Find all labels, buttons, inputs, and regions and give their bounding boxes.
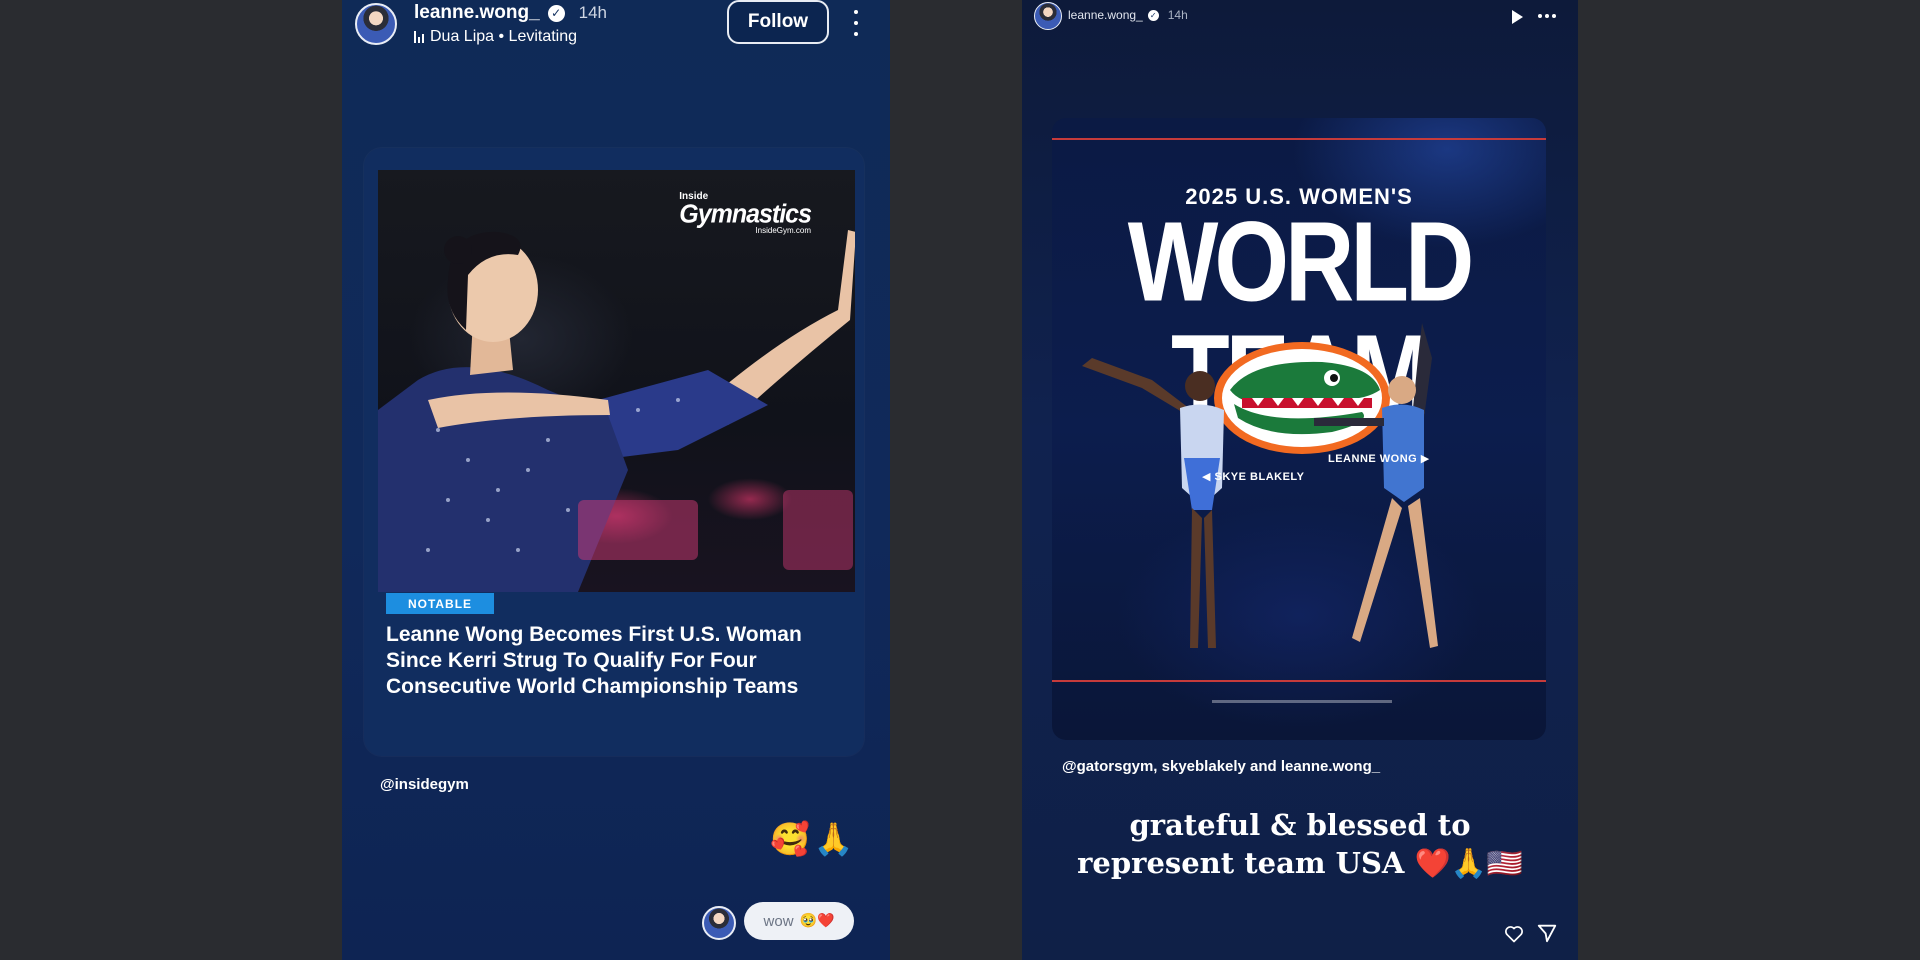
- more-icon[interactable]: [1538, 14, 1556, 18]
- label-leanne-wong: LEANNE WONG ▶: [1328, 453, 1430, 465]
- play-icon[interactable]: [1512, 10, 1523, 24]
- reply-emojis: 🥹❤️: [799, 913, 835, 929]
- story-header-user[interactable]: leanne.wong_ ✓ 14h: [414, 2, 607, 24]
- label-skye-blakely: ◀ SKYE BLAKELY: [1202, 471, 1305, 483]
- username[interactable]: leanne.wong_: [414, 2, 540, 24]
- poster-fineprint: [1212, 700, 1392, 703]
- caption-line-2: represent team USA ❤️🙏🇺🇸: [1077, 846, 1523, 880]
- verified-icon: ✓: [1147, 9, 1159, 21]
- article-photo: Inside Gymnastics InsideGym.com: [378, 170, 855, 592]
- music-info[interactable]: Dua Lipa • Levitating: [414, 28, 577, 46]
- send-icon[interactable]: [1536, 922, 1558, 944]
- reaction-emojis: 🥰🙏: [770, 820, 858, 858]
- post-time: 14h: [578, 3, 608, 22]
- story-right: leanne.wong_ ✓ 14h 2025 U.S. WOMEN'S WOR…: [1022, 0, 1578, 960]
- verified-icon: ✓: [547, 4, 565, 22]
- avatar[interactable]: [355, 3, 397, 45]
- avatar[interactable]: [1034, 2, 1062, 30]
- reply-bubble[interactable]: wow 🥹❤️: [744, 902, 854, 940]
- gymnast-illustration: [378, 230, 855, 592]
- notable-badge: NOTABLE: [386, 593, 494, 614]
- gymnasts-illustration: [1082, 323, 1438, 648]
- poster-rule-bottom: [1052, 680, 1546, 682]
- music-icon: [414, 31, 424, 43]
- story-caption: grateful & blessed to represent team USA…: [1022, 806, 1578, 882]
- music-label: Dua Lipa • Levitating: [430, 28, 578, 45]
- reply-text: wow: [763, 912, 794, 930]
- follow-button[interactable]: Follow: [727, 0, 829, 44]
- reply-avatar: [702, 906, 736, 940]
- caption-line-1: grateful & blessed to: [1129, 808, 1471, 842]
- story-header-user[interactable]: leanne.wong_ ✓ 14h: [1068, 8, 1188, 22]
- world-team-poster: 2025 U.S. WOMEN'S WORLD TEAM: [1052, 118, 1546, 740]
- mention-credit[interactable]: @insidegym: [380, 776, 469, 793]
- post-time: 14h: [1167, 8, 1188, 22]
- article-headline[interactable]: Leanne Wong Becomes First U.S. Woman Sin…: [386, 622, 836, 700]
- username[interactable]: leanne.wong_: [1068, 8, 1143, 22]
- heart-icon[interactable]: [1504, 924, 1524, 944]
- kebab-menu-icon[interactable]: [848, 10, 864, 36]
- mention-credit[interactable]: @gatorsgym, skyeblakely and leanne.wong_: [1062, 758, 1380, 775]
